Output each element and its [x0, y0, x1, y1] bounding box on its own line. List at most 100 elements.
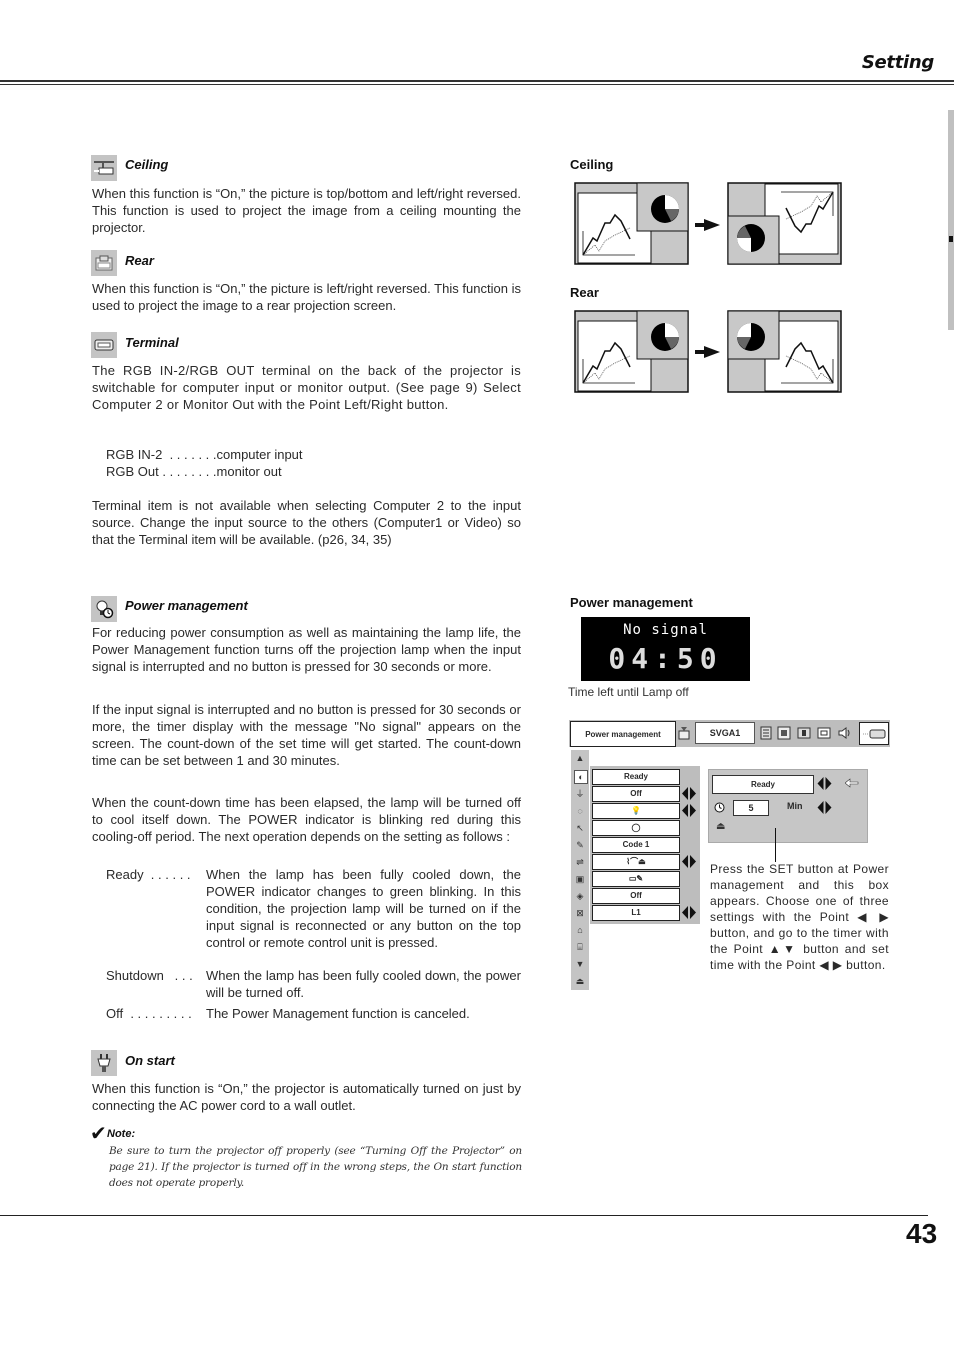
- ceiling-description: When this function is “On,” the picture …: [92, 186, 521, 235]
- rear-arrow: [695, 346, 720, 358]
- terminal-icon: [91, 332, 117, 358]
- power-management-icon: [91, 596, 117, 622]
- terminal-title: Terminal: [125, 335, 179, 350]
- exit-menu-icon[interactable]: ⏏: [574, 975, 586, 987]
- ceiling-before-screen: [574, 182, 689, 265]
- left-right-arrows-icon[interactable]: [817, 801, 832, 814]
- clock-icon: [714, 802, 725, 813]
- ceiling-title: Ceiling: [125, 157, 169, 172]
- power-management-dialog-note: Press the SET button at Power management…: [710, 862, 889, 972]
- left-right-arrows-icon[interactable]: [682, 906, 696, 919]
- setting-tab-selected[interactable]: [859, 722, 889, 745]
- filter-value[interactable]: L1: [592, 905, 680, 921]
- terminal-option-rgb-out: RGB Out . . . . . . . .monitor out: [106, 464, 282, 479]
- pm-mode-field[interactable]: Ready: [712, 775, 814, 794]
- countdown-timer: 04:50: [608, 642, 723, 675]
- mode-off-term: Off . . . . . . . . .: [106, 1006, 192, 1021]
- security-menu-icon[interactable]: ▣: [574, 873, 586, 885]
- menu-toolbar: Power management SVGA1: [569, 720, 890, 747]
- pc-adjust-icon[interactable]: [759, 725, 773, 741]
- pm-timer-unit: Min: [787, 801, 803, 811]
- remote-code-menu-icon[interactable]: ✎: [574, 839, 586, 851]
- terminal-option-rgb-in: RGB IN-2 . . . . . . .computer input: [106, 447, 303, 462]
- section-header-title: Setting: [861, 52, 934, 73]
- terminal-description: The RGB IN-2/RGB OUT terminal on the bac…: [92, 363, 521, 412]
- menu-settings-list: Ready Off 💡 ◯ Code 1 ⌇⌒⏏ ▭✎ Off L1: [590, 766, 700, 924]
- left-right-arrows-icon[interactable]: [682, 787, 696, 800]
- power-management-para-3: When the count-down time has been elapse…: [92, 795, 521, 844]
- terminal-availability-note: Terminal item is not available when sele…: [92, 498, 521, 547]
- footer-rule: [0, 1215, 928, 1216]
- image-select-icon[interactable]: [777, 725, 791, 741]
- setting-icon: [863, 729, 886, 739]
- screen-icon[interactable]: [817, 725, 831, 741]
- key-icon: ▭✎: [628, 874, 644, 883]
- pointer-menu-icon[interactable]: ↖: [574, 822, 586, 834]
- mouse-icon: ⌇⌒⏏: [626, 857, 646, 866]
- rear-title: Rear: [125, 253, 154, 268]
- mouse-menu-icon[interactable]: ⇌: [574, 856, 586, 868]
- security-value[interactable]: ▭✎: [592, 871, 680, 887]
- header-rule-thin: [0, 84, 954, 85]
- ceiling-arrow: [695, 219, 720, 231]
- ceiling-after-screen: [727, 182, 842, 265]
- lamp-menu-icon[interactable]: ◌: [574, 805, 586, 817]
- left-right-arrows-icon[interactable]: [682, 804, 696, 817]
- power-management-value[interactable]: Ready: [592, 769, 680, 785]
- no-signal-message: No signal: [623, 622, 708, 638]
- rear-description: When this function is “On,” the picture …: [92, 281, 521, 313]
- power-figure-label: Power management: [570, 595, 693, 610]
- callout-line: [775, 828, 776, 862]
- pm-timer-value[interactable]: 5: [733, 800, 769, 816]
- factory-default-menu-icon[interactable]: ⌸: [574, 941, 586, 953]
- on-start-menu-icon[interactable]: ⏚: [574, 788, 586, 800]
- menu-title-box: Power management: [570, 721, 676, 747]
- image-adjust-icon[interactable]: [797, 725, 811, 741]
- chapter-tab-mark: [949, 236, 953, 242]
- filter-menu-icon[interactable]: ⊠: [574, 907, 586, 919]
- on-start-description: When this function is “On,” the projecto…: [92, 1081, 521, 1113]
- left-right-arrows-icon[interactable]: [817, 777, 832, 790]
- page-number: 43: [906, 1218, 938, 1249]
- projection-orientation-figures: [574, 182, 842, 393]
- lamp-counter-menu-icon[interactable]: ⌂: [574, 924, 586, 936]
- rear-icon: [91, 250, 117, 276]
- key-lock-value[interactable]: Off: [592, 888, 680, 904]
- power-management-dialog: Ready 5 Min ⏏: [708, 769, 868, 843]
- signal-mode-box: SVGA1: [695, 722, 755, 744]
- on-start-title: On start: [125, 1053, 175, 1068]
- mouse-value[interactable]: ⌇⌒⏏: [592, 854, 680, 870]
- pointer-value[interactable]: ◯: [592, 820, 680, 836]
- key-lock-menu-icon[interactable]: ◈: [574, 890, 586, 902]
- ceiling-icon: [91, 155, 117, 181]
- power-management-para-2: If the input signal is interrupted and n…: [92, 702, 521, 768]
- mode-shutdown-desc: When the lamp has been fully cooled down…: [206, 968, 521, 1000]
- chapter-tab: [948, 110, 954, 330]
- on-start-value[interactable]: Off: [592, 786, 680, 802]
- input-source-icon[interactable]: [677, 725, 691, 741]
- sound-icon[interactable]: [837, 725, 851, 741]
- mode-shutdown-term: Shutdown . . .: [106, 968, 193, 983]
- rear-before-screen: [574, 310, 689, 393]
- note-text: Be sure to turn the projector off proper…: [109, 1145, 522, 1189]
- header-rule: [0, 80, 954, 82]
- scroll-up-icon[interactable]: ▲: [574, 752, 586, 764]
- left-right-arrows-icon[interactable]: [682, 855, 696, 868]
- checkmark-icon: ✔: [90, 1123, 107, 1145]
- remote-code-value[interactable]: Code 1: [592, 837, 680, 853]
- back-arrow-icon[interactable]: [845, 778, 859, 788]
- no-signal-display: No signal 04:50: [581, 617, 750, 681]
- lamp-mode-value[interactable]: 💡: [592, 803, 680, 819]
- power-management-para-1: For reducing power consumption as well a…: [92, 625, 521, 674]
- power-management-menu-icon[interactable]: ◐: [574, 770, 588, 784]
- no-signal-caption: Time left until Lamp off: [568, 685, 689, 699]
- exit-icon[interactable]: ⏏: [716, 821, 725, 832]
- scroll-down-icon[interactable]: ▼: [574, 958, 586, 970]
- on-start-icon: [91, 1050, 117, 1076]
- mode-off-desc: The Power Management function is cancele…: [206, 1006, 470, 1021]
- lamp-bulb-icon: 💡: [631, 806, 641, 815]
- note-label: Note:: [107, 1128, 136, 1140]
- mode-ready-term: Ready . . . . . .: [106, 867, 191, 882]
- power-management-title: Power management: [125, 598, 248, 613]
- ceiling-figure-label: Ceiling: [570, 157, 614, 172]
